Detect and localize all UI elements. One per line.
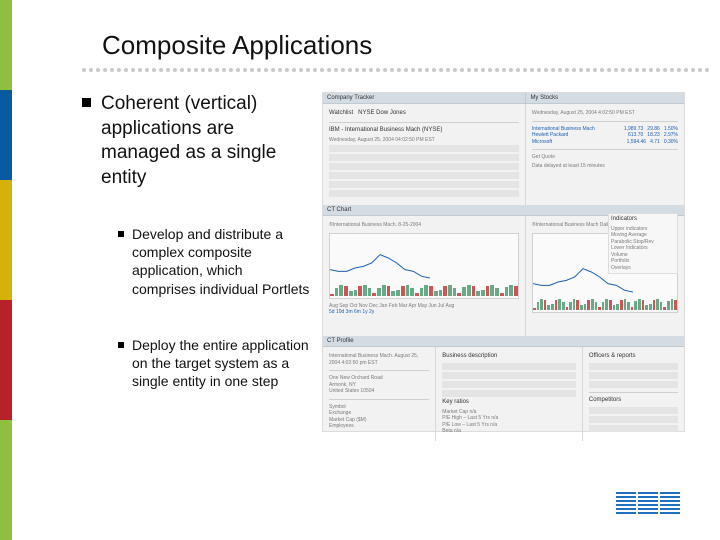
stripe-seg xyxy=(0,420,12,540)
portlet-title-right: My Stocks xyxy=(525,93,684,103)
price-chart xyxy=(329,233,519,299)
bullet-sub-2: Deploy the entire application on the tar… xyxy=(118,336,310,391)
delay-note: Data delayed at least 15 minutes xyxy=(532,163,678,170)
profile-field: Employees xyxy=(329,423,429,430)
bullet-sub-1: Develop and distribute a complex composi… xyxy=(118,225,310,298)
small-chart-caption: ®International Business Mach. 8-25-2004 xyxy=(329,222,519,229)
stripe-seg xyxy=(0,180,12,300)
details-date: Wednesday, August 25, 2004 04:02:50 PM E… xyxy=(329,137,519,144)
key-ratios-title: Key ratios xyxy=(442,399,576,407)
get-quote-button[interactable]: Get Quote xyxy=(532,154,555,160)
stocks-date: Wednesday, August 25, 2004 4:02:50 PM ES… xyxy=(532,110,678,117)
portlet-header-left: Company Tracker My Stocks xyxy=(323,93,684,104)
stripe-seg xyxy=(0,300,12,420)
bullet-sub-text: Deploy the entire application on the tar… xyxy=(132,336,310,391)
portlet-header-profile: CT Profile xyxy=(323,336,684,347)
stripe-seg xyxy=(0,0,12,90)
bullet-square-icon xyxy=(118,231,124,237)
tab-nyse[interactable]: NYSE Dow Jones xyxy=(358,110,406,116)
business-desc-title: Business description xyxy=(442,353,576,361)
chart-range-buttons[interactable]: 5d 10d 3m 6m 1y 2y xyxy=(329,309,519,316)
tab-watchlist[interactable]: Watchlist xyxy=(329,110,353,116)
metric-row: Beta n/a xyxy=(442,428,576,435)
profile-address-line: United States 10504 xyxy=(329,388,429,395)
watchlist-tabs: Watchlist NYSE Dow Jones xyxy=(329,110,519,118)
ibm-logo xyxy=(616,492,680,514)
portlet-title-left: Company Tracker xyxy=(323,93,525,103)
indicators-title: Indicators xyxy=(611,216,675,224)
stripe-seg xyxy=(0,90,12,180)
competitors-title: Competitors xyxy=(589,397,678,405)
stock-row[interactable]: Microsoft1,594.464.710.30% xyxy=(532,139,678,146)
indicators-panel: Indicators Upper indicatorsMoving Averag… xyxy=(608,216,678,274)
bullet-square-icon xyxy=(118,342,124,348)
embedded-screenshot: Company Tracker My Stocks Watchlist NYSE… xyxy=(322,92,685,432)
profile-subtitle: International Business Mach. August 25, … xyxy=(329,353,429,366)
bullet-square-icon xyxy=(82,98,91,107)
bullet-main: Coherent (vertical) applications are man… xyxy=(82,92,312,191)
title-underline xyxy=(82,68,686,74)
page-title: Composite Applications xyxy=(102,30,372,61)
bullet-main-text: Coherent (vertical) applications are man… xyxy=(101,92,312,191)
details-title: IBM - International Business Mach (NYSE) xyxy=(329,127,519,135)
officers-title: Officers & reports xyxy=(589,353,678,361)
indicator-item[interactable]: Overlays xyxy=(611,265,675,272)
left-color-stripe xyxy=(0,0,12,540)
bullet-sub-text: Develop and distribute a complex composi… xyxy=(132,225,310,298)
